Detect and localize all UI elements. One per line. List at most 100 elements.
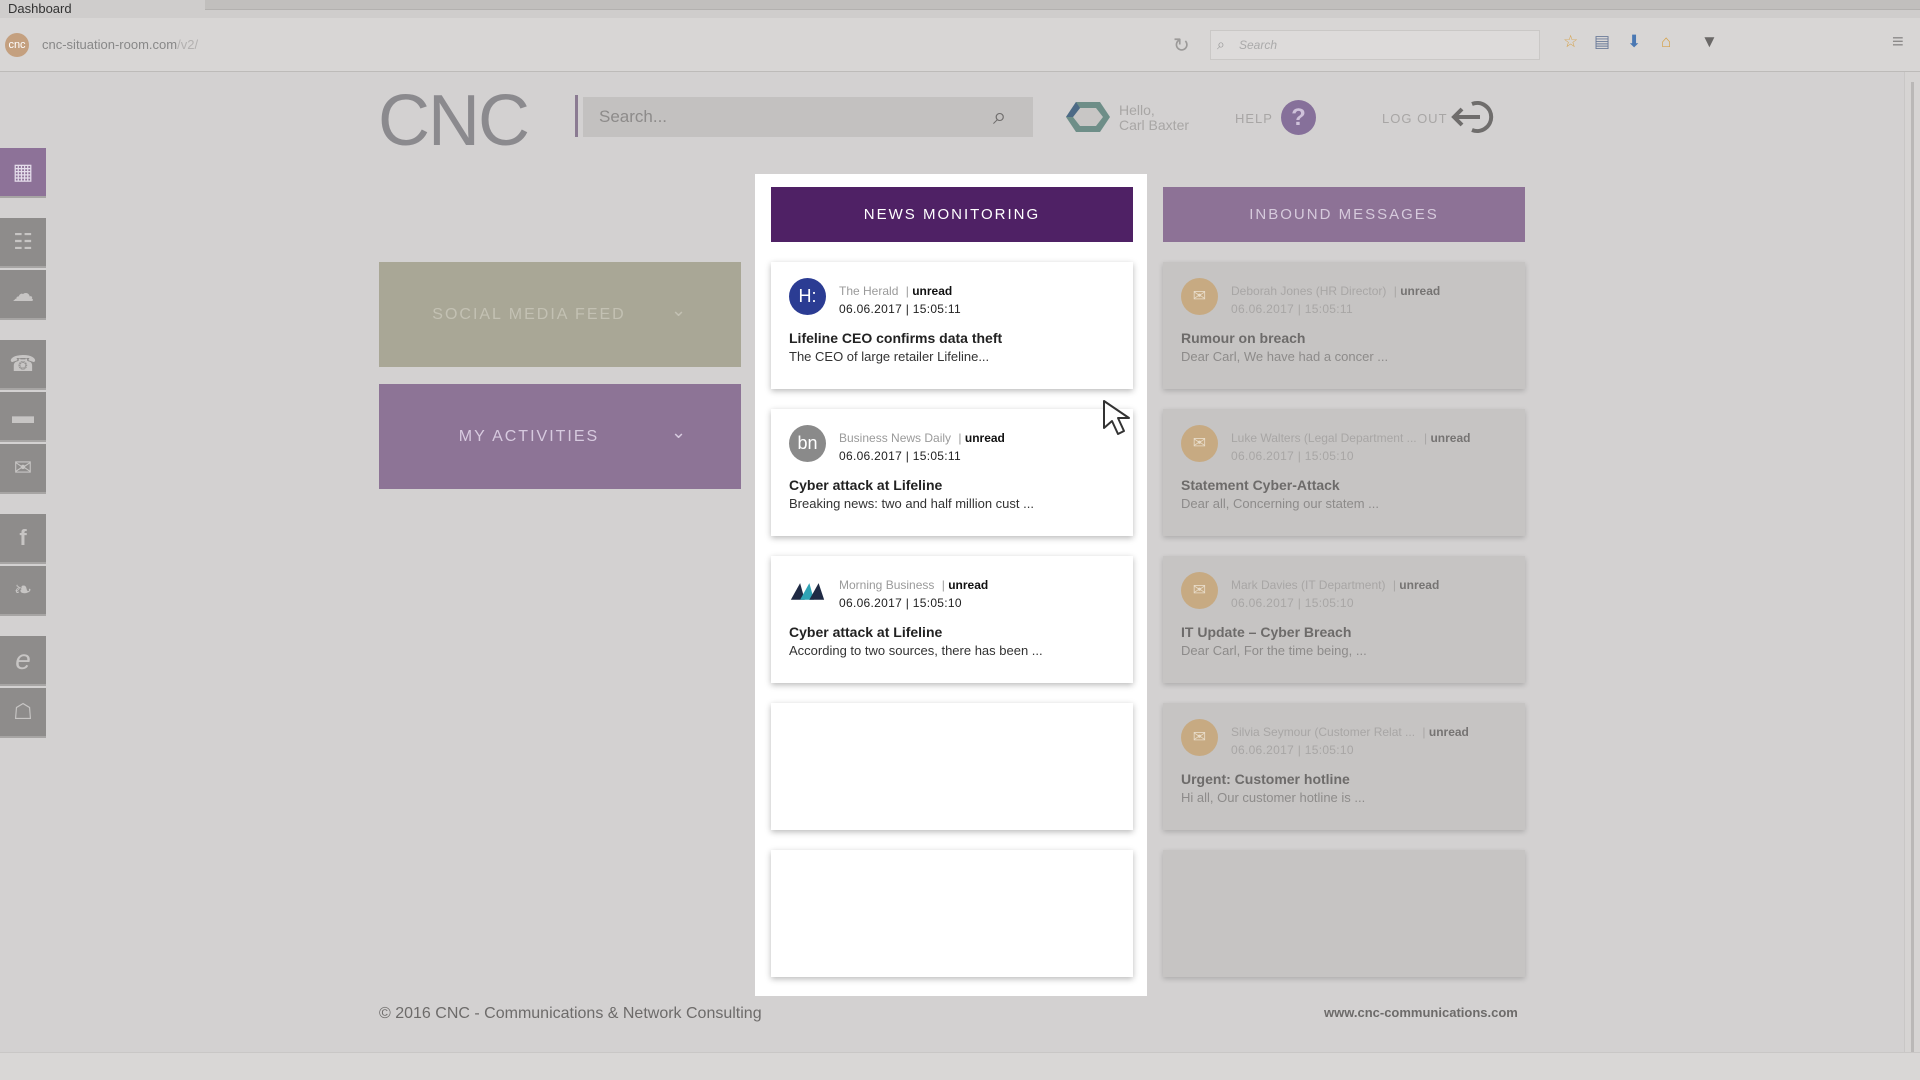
url-path: /v2/	[177, 37, 199, 52]
message-sender: Mark Davies (IT Department) | unread	[1231, 578, 1439, 592]
search-icon[interactable]: ⌕	[993, 103, 1006, 131]
sender-separator: |	[1422, 725, 1426, 739]
message-sender: Silvia Seymour (Customer Relat ... | unr…	[1231, 725, 1469, 739]
sidebar-chat-button[interactable]: ▬	[0, 392, 46, 442]
sidebar-facebook-button[interactable]: f	[0, 514, 46, 564]
message-subject: Rumour on breach	[1181, 330, 1306, 346]
footer-website-link[interactable]: www.cnc-communications.com	[1324, 1005, 1518, 1020]
message-subject: Urgent: Customer hotline	[1181, 771, 1350, 787]
news-snippet: The CEO of large retailer Lifeline...	[789, 349, 990, 364]
herald-avatar-icon: H:	[789, 278, 826, 315]
logout-link[interactable]: LOG OUT	[1382, 111, 1448, 126]
scrollbar-thumb[interactable]	[1911, 82, 1914, 1080]
user-greeting: Hello, Carl Baxter	[1119, 103, 1189, 133]
vertical-scrollbar[interactable]	[1904, 72, 1920, 1080]
empty-news-card	[771, 850, 1133, 977]
sender-name: Silvia Seymour (Customer Relat ...	[1231, 725, 1416, 739]
bookmark-star-icon[interactable]: ☆	[1563, 32, 1578, 52]
browser-search-placeholder: Search	[1239, 38, 1278, 52]
sidebar-network-button[interactable]: ☖	[0, 688, 46, 738]
morning-business-logo-icon	[790, 583, 825, 600]
chevron-down-icon: ⌄	[671, 300, 687, 320]
news-source: Business News Daily | unread	[839, 431, 1005, 445]
news-card[interactable]: Morning Business | unread 06.06.2017 | 1…	[771, 556, 1133, 683]
unread-badge: unread	[1399, 578, 1440, 592]
sender-name: Luke Walters (Legal Department ...	[1231, 431, 1417, 445]
site-favicon-icon: cnc	[5, 33, 29, 57]
logo-divider	[575, 95, 578, 137]
my-activities-panel[interactable]: MY ACTIVITIES ⌄	[379, 384, 741, 489]
message-snippet: Hi all, Our customer hotline is ...	[1181, 790, 1366, 805]
sidebar-mail-button[interactable]: ✉	[0, 444, 46, 494]
message-sender: Deborah Jones (HR Director) | unread	[1231, 284, 1440, 298]
unread-badge: unread	[948, 578, 989, 592]
message-subject: Statement Cyber-Attack	[1181, 477, 1340, 493]
greeting-user-name: Carl Baxter	[1119, 117, 1190, 133]
home-icon[interactable]: ⌂	[1661, 32, 1671, 52]
site-search-input[interactable]	[583, 97, 978, 137]
cnc-logo[interactable]: CNC	[378, 80, 530, 162]
reload-icon[interactable]: ↻	[1173, 33, 1190, 58]
footer-copyright: © 2016 CNC - Communications & Network Co…	[379, 1005, 762, 1022]
news-card[interactable]: H: The Herald | unread 06.06.2017 | 15:0…	[771, 262, 1133, 389]
news-snippet: According to two sources, there has been…	[789, 643, 1043, 658]
source-name: Morning Business	[839, 578, 935, 592]
inbound-messages-header[interactable]: INBOUND MESSAGES	[1163, 187, 1525, 242]
news-card[interactable]: bn Business News Daily | unread 06.06.20…	[771, 409, 1133, 536]
news-timestamp: 06.06.2017 | 15:05:10	[839, 596, 962, 610]
logout-arrow-icon[interactable]	[1450, 98, 1500, 136]
social-media-feed-panel[interactable]: SOCIAL MEDIA FEED ⌄	[379, 262, 741, 367]
url-text: cnc-situation-room.com	[42, 37, 178, 52]
document-icon: ☷	[13, 229, 33, 254]
chevron-down-icon: ⌄	[671, 422, 687, 442]
address-bar[interactable]: cnc-situation-room.com/v2/	[42, 37, 198, 52]
browser-search-icon: ⌕	[1217, 36, 1225, 52]
sender-separator: |	[1392, 578, 1396, 592]
empty-news-card	[771, 703, 1133, 830]
dashboard-grid-icon: ▦	[12, 159, 34, 184]
source-separator: |	[941, 578, 945, 592]
message-timestamp: 06.06.2017 | 15:05:11	[1231, 302, 1353, 316]
sidebar-dashboard-button[interactable]: ▦	[0, 148, 46, 198]
twitter-icon: ❧	[13, 577, 33, 602]
message-card[interactable]: ✉ Deborah Jones (HR Director) | unread 0…	[1163, 262, 1525, 389]
sidebar-browser-button[interactable]: e	[0, 636, 46, 686]
source-separator: |	[958, 431, 962, 445]
source-name: Business News Daily	[839, 431, 952, 445]
window-title-bar: Dashboard	[0, 0, 1920, 18]
hamburger-menu-icon[interactable]: ≡	[1892, 31, 1904, 54]
sidebar-twitter-button[interactable]: ❧	[0, 566, 46, 616]
message-timestamp: 06.06.2017 | 15:05:10	[1231, 596, 1354, 610]
news-headline: Lifeline CEO confirms data theft	[789, 330, 1003, 346]
news-headline: Cyber attack at Lifeline	[789, 477, 943, 493]
unread-badge: unread	[1400, 284, 1441, 298]
my-activities-label: MY ACTIVITIES	[458, 427, 600, 445]
internet-explorer-icon: e	[15, 644, 31, 675]
message-card[interactable]: ✉ Silvia Seymour (Customer Relat ... | u…	[1163, 703, 1525, 830]
sidebar-phone-button[interactable]: ☎	[0, 340, 46, 390]
downloads-icon[interactable]: ⬇	[1627, 32, 1641, 52]
window-title: Dashboard	[8, 1, 72, 16]
greeting-hello: Hello,	[1119, 102, 1155, 118]
horizontal-scrollbar[interactable]	[0, 1052, 1920, 1080]
sidebar-cloud-button[interactable]: ☁	[0, 270, 46, 320]
message-card[interactable]: ✉ Luke Walters (Legal Department ... | u…	[1163, 409, 1525, 536]
empty-message-card	[1163, 850, 1525, 977]
unread-badge: unread	[1430, 431, 1471, 445]
message-subject: IT Update – Cyber Breach	[1181, 624, 1352, 640]
company-hexagon-logo	[1066, 102, 1110, 132]
bookmarks-list-icon[interactable]: ▤	[1594, 32, 1610, 52]
sender-separator: |	[1423, 431, 1428, 445]
envelope-icon: ✉	[1181, 425, 1218, 462]
browser-search-box[interactable]: ⌕ Search	[1210, 30, 1540, 60]
news-timestamp: 06.06.2017 | 15:05:11	[839, 302, 961, 316]
sidebar-documents-button[interactable]: ☷	[0, 218, 46, 268]
message-card[interactable]: ✉ Mark Davies (IT Department) | unread 0…	[1163, 556, 1525, 683]
help-question-icon[interactable]: ?	[1281, 100, 1316, 135]
pocket-icon[interactable]: ▼	[1701, 32, 1718, 52]
facebook-icon: f	[19, 525, 27, 550]
sender-name: Deborah Jones (HR Director)	[1231, 284, 1387, 298]
news-monitoring-header[interactable]: NEWS MONITORING	[771, 187, 1133, 242]
help-link[interactable]: HELP	[1235, 111, 1273, 126]
news-source: The Herald | unread	[839, 284, 952, 298]
